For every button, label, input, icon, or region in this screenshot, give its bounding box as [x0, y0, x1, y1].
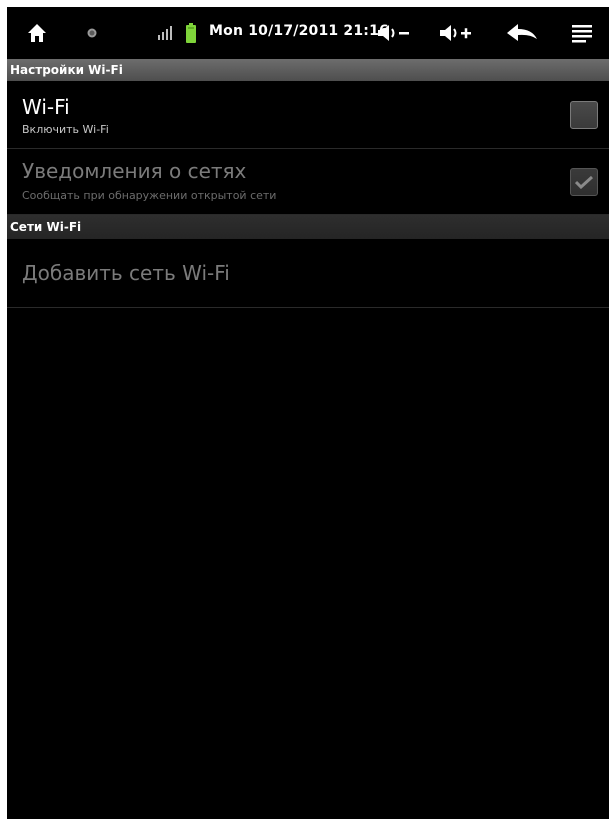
checkmark-icon [575, 175, 593, 189]
back-icon[interactable] [505, 21, 539, 45]
menu-icon[interactable] [571, 21, 593, 45]
pref-summary-wifi: Включить Wi-Fi [22, 123, 109, 136]
wifi-checkbox[interactable] [570, 101, 598, 129]
pref-title-add-network: Добавить сеть Wi-Fi [22, 261, 230, 285]
section-header-wifi-networks: Сети Wi-Fi [7, 215, 609, 239]
battery-icon [185, 21, 197, 45]
volume-down-icon[interactable] [377, 21, 411, 45]
pref-summary-network-notify: Сообщать при обнаружении открытой сети [22, 189, 277, 202]
signal-icon [157, 21, 173, 45]
pref-row-wifi[interactable]: Wi-Fi Включить Wi-Fi [7, 81, 609, 149]
notification-dot-icon [85, 21, 99, 45]
status-datetime: Mon 10/17/2011 21:16 [209, 23, 389, 39]
pref-title-network-notify: Уведомления о сетях [22, 159, 247, 183]
pref-row-network-notify[interactable]: Уведомления о сетях Сообщать при обнаруж… [7, 149, 609, 215]
status-bar: Mon 10/17/2011 21:16 [7, 7, 609, 59]
section-header-wifi-settings: Настройки Wi-Fi [7, 59, 609, 81]
pref-row-add-network[interactable]: Добавить сеть Wi-Fi [7, 239, 609, 308]
network-notify-checkbox[interactable] [570, 168, 598, 196]
pref-title-wifi: Wi-Fi [22, 95, 70, 119]
home-icon[interactable] [25, 21, 49, 45]
volume-up-icon[interactable] [439, 21, 473, 45]
device-screen: Mon 10/17/2011 21:16 Настройки Wi-Fi Wi-… [7, 7, 609, 819]
